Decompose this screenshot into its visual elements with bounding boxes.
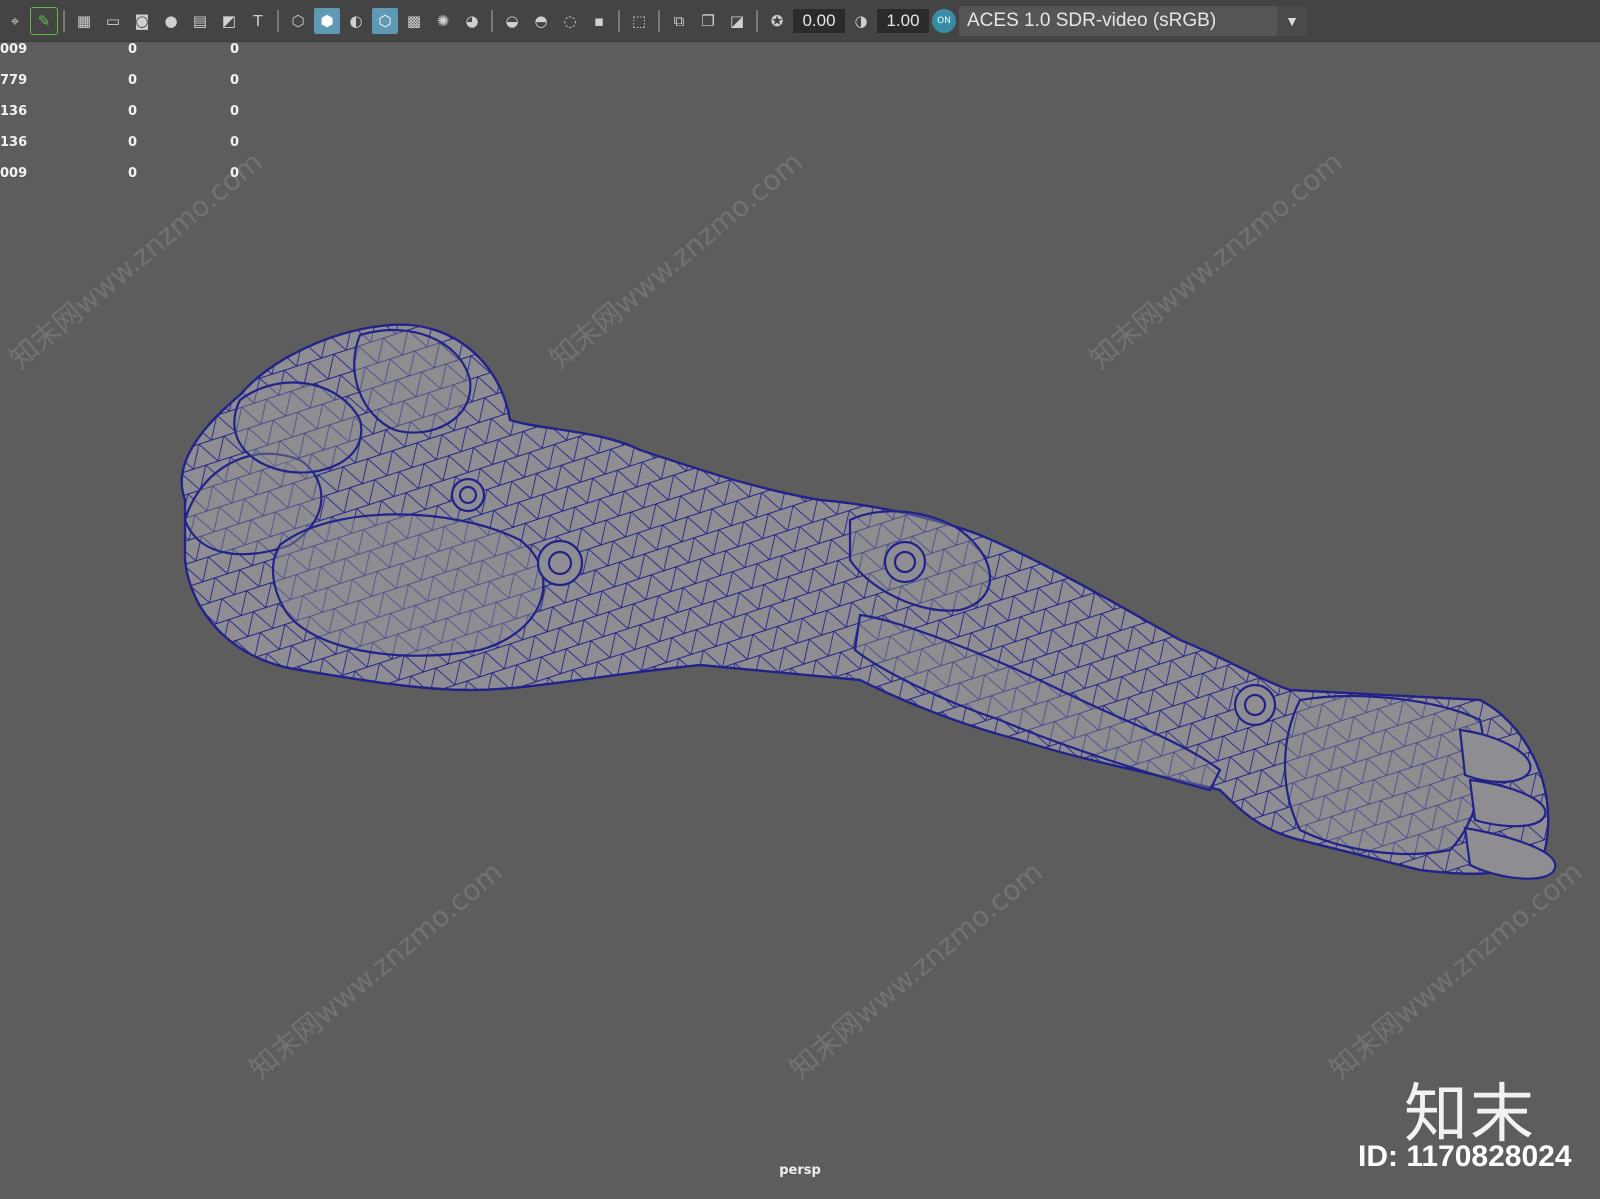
xray-components-icon[interactable]: ◪ [724, 8, 750, 34]
screen-space-ao-icon[interactable]: ◒ [499, 8, 525, 34]
toolbar-separator [618, 9, 620, 32]
grid-icon[interactable]: ▦ [71, 8, 97, 34]
toolbar-separator [658, 9, 660, 32]
textured-icon[interactable]: ▩ [401, 8, 427, 34]
film-gate-icon[interactable]: ▭ [100, 8, 126, 34]
xray-icon[interactable]: ⧉ [666, 8, 692, 34]
color-management-toggle[interactable]: ON [932, 8, 956, 33]
watermark-text: 知末网www.znzmo.com [1323, 855, 1588, 1085]
watermark-text: 知末网www.znzmo.com [3, 145, 268, 375]
motion-blur-icon[interactable]: ◓ [528, 8, 554, 34]
lighting-icon[interactable]: ✺ [430, 8, 456, 34]
exposure-field[interactable]: 0.00 [793, 8, 845, 33]
viewport-canvas[interactable]: 知末网www.znzmo.com 知末网www.znzmo.com 知末网www… [0, 42, 1600, 1199]
depth-of-field-icon[interactable]: ▪ [586, 8, 612, 34]
shadows-icon[interactable]: ◕ [459, 8, 485, 34]
watermark-text: 知末网www.znzmo.com [543, 145, 808, 375]
isolate-select-icon[interactable]: ⬚ [626, 8, 652, 34]
toolbar-separator [491, 9, 493, 32]
arm-mesh[interactable] [180, 323, 1557, 880]
gate-mask-icon[interactable]: ● [158, 8, 184, 34]
gamma-icon[interactable]: ◑ [848, 8, 874, 34]
xray-joints-icon[interactable]: ❐ [695, 8, 721, 34]
toolbar-separator [756, 9, 758, 32]
view-transform-dropdown[interactable]: ACES 1.0 SDR-video (sRGB) ▼ [959, 5, 1307, 36]
safe-title-icon[interactable]: T [245, 8, 271, 34]
watermark-id: ID: 1170828024 [1358, 1140, 1572, 1173]
toolbar-separator [63, 9, 65, 32]
wireframe-icon[interactable]: ⬡ [285, 8, 311, 34]
view-transform-value: ACES 1.0 SDR-video (sRGB) [967, 9, 1217, 31]
gamma-field[interactable]: 1.00 [877, 8, 929, 33]
chevron-down-icon[interactable]: ▼ [1277, 5, 1307, 36]
anti-aliasing-icon[interactable]: ◌ [557, 8, 583, 34]
exposure-icon[interactable]: ✪ [764, 8, 790, 34]
toolbar-separator [277, 9, 279, 32]
resolution-gate-icon[interactable]: ◙ [129, 8, 155, 34]
watermark-text: 知末网www.znzmo.com [1083, 145, 1348, 375]
smooth-shade-icon[interactable]: ⬢ [314, 7, 340, 34]
default-material-icon[interactable]: ◐ [343, 8, 369, 34]
watermark-text: 知末网www.znzmo.com [783, 855, 1048, 1085]
pencil-icon[interactable]: ✎ [30, 6, 58, 35]
field-chart-icon[interactable]: ▤ [187, 8, 213, 34]
snap-icon[interactable]: ⌖ [2, 8, 28, 34]
wireframe-on-shaded-icon[interactable]: ⬡ [372, 7, 398, 34]
safe-action-icon[interactable]: ◩ [216, 8, 242, 34]
watermark-text: 知末网www.znzmo.com [243, 855, 508, 1085]
viewport-toolbar: ⌖ ✎ ▦ ▭ ◙ ● ▤ ◩ T ⬡ ⬢ ◐ ⬡ ▩ ✺ ◕ ◒ ◓ ◌ ▪ … [0, 0, 1600, 42]
